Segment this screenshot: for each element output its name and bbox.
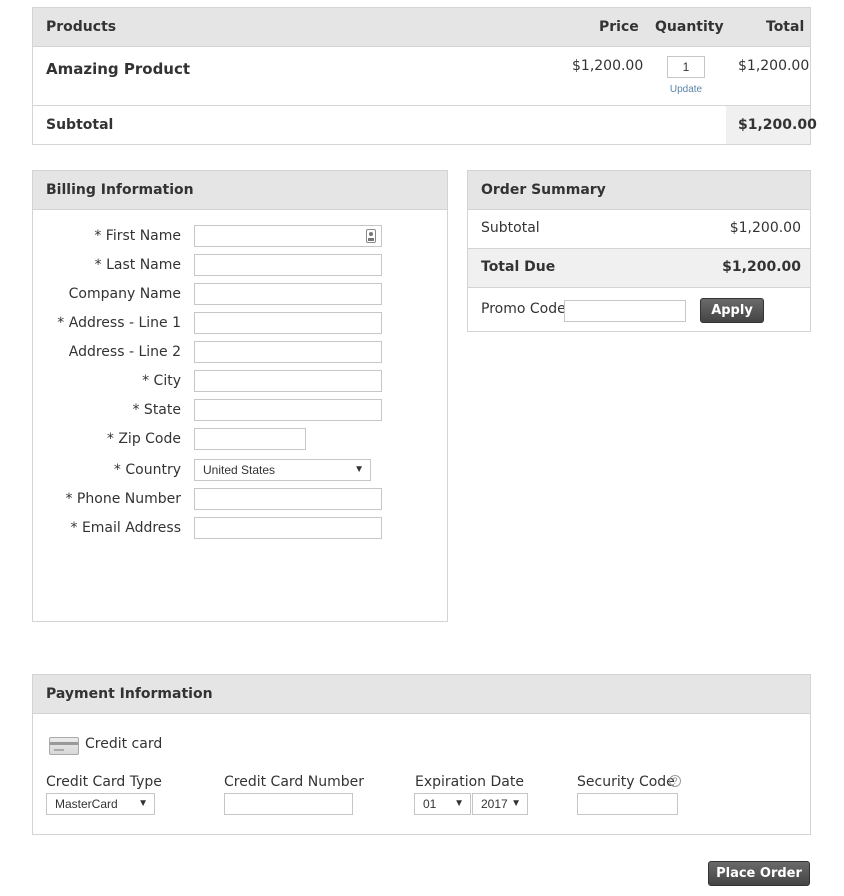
caret-down-icon: ▼	[354, 464, 364, 475]
summary-subtotal-row: Subtotal $1,200.00	[468, 210, 810, 249]
country-select[interactable]: United States ▼	[194, 459, 371, 481]
security-code-input[interactable]	[577, 793, 678, 815]
billing-title: Billing Information	[33, 171, 447, 210]
phone-row: * Phone Number	[33, 488, 447, 512]
contact-card-icon[interactable]	[366, 229, 376, 243]
zip-row: * Zip Code	[33, 428, 447, 452]
address1-label: * Address - Line 1	[57, 315, 181, 331]
company-row: Company Name	[33, 283, 447, 307]
address2-input[interactable]	[194, 341, 382, 363]
cart-divider	[33, 105, 810, 106]
product-price: $1,200.00	[572, 58, 644, 74]
first-name-input[interactable]	[194, 225, 382, 247]
last-name-input[interactable]	[194, 254, 382, 276]
quantity-input[interactable]: 1	[667, 56, 705, 78]
caret-down-icon: ▼	[509, 794, 521, 814]
country-value: United States	[203, 463, 276, 477]
card-type-value: MasterCard	[55, 797, 118, 811]
email-label: * Email Address	[70, 520, 182, 536]
email-input[interactable]	[194, 517, 382, 539]
quantity-column-header: Quantity	[655, 19, 724, 35]
state-label: * State	[132, 402, 181, 418]
apply-promo-button[interactable]: Apply	[700, 298, 764, 323]
phone-label: * Phone Number	[65, 491, 181, 507]
promo-code-input[interactable]	[564, 300, 686, 322]
product-total: $1,200.00	[738, 58, 810, 74]
price-column-header: Price	[599, 19, 639, 35]
payment-title: Payment Information	[33, 675, 810, 714]
expiration-label: Expiration Date	[415, 774, 524, 790]
first-name-label: * First Name	[94, 228, 181, 244]
expiration-month-select[interactable]: 01 ▼	[414, 793, 471, 815]
state-row: * State	[33, 399, 447, 423]
country-label: * Country	[113, 462, 181, 478]
city-row: * City	[33, 370, 447, 394]
card-number-input[interactable]	[224, 793, 353, 815]
payment-method-label: Credit card	[85, 736, 163, 752]
company-label: Company Name	[68, 286, 181, 302]
order-summary-title: Order Summary	[468, 171, 810, 210]
address2-label: Address - Line 2	[68, 344, 181, 360]
summary-subtotal-label: Subtotal	[481, 220, 540, 236]
summary-total-row: Total Due $1,200.00	[468, 249, 810, 288]
last-name-row: * Last Name	[33, 254, 447, 278]
caret-down-icon: ▼	[138, 798, 148, 809]
credit-card-icon	[49, 737, 79, 755]
cart-table: Products Price Quantity Total Amazing Pr…	[32, 7, 817, 145]
card-number-label: Credit Card Number	[224, 774, 364, 790]
phone-input[interactable]	[194, 488, 382, 510]
zip-label: * Zip Code	[106, 431, 181, 447]
place-order-button[interactable]: Place Order	[708, 861, 810, 886]
first-name-row: * First Name	[33, 225, 447, 249]
total-due-value: $1,200.00	[722, 259, 801, 275]
caret-down-icon: ▼	[454, 798, 464, 809]
city-input[interactable]	[194, 370, 382, 392]
summary-subtotal-value: $1,200.00	[729, 220, 801, 236]
products-column-header: Products	[46, 19, 117, 35]
card-type-label: Credit Card Type	[46, 774, 162, 790]
card-type-select[interactable]: MasterCard ▼	[46, 793, 155, 815]
billing-panel: Billing Information * First Name * Last …	[32, 170, 448, 622]
total-column-header: Total	[766, 19, 805, 35]
company-input[interactable]	[194, 283, 382, 305]
state-input[interactable]	[194, 399, 382, 421]
promo-code-label: Promo Code:	[481, 301, 571, 317]
cart-subtotal-label: Subtotal	[46, 117, 114, 133]
expiration-year-select[interactable]: 2017 ▼	[472, 793, 528, 815]
email-row: * Email Address	[33, 517, 447, 541]
total-due-label: Total Due	[481, 259, 556, 275]
cart-subtotal-value: $1,200.00	[738, 117, 817, 133]
zip-input[interactable]	[194, 428, 306, 450]
payment-panel: Payment Information Credit card Credit C…	[32, 674, 811, 835]
product-name: Amazing Product	[46, 60, 191, 78]
last-name-label: * Last Name	[94, 257, 181, 273]
address2-row: Address - Line 2	[33, 341, 447, 365]
help-icon[interactable]: ?	[669, 775, 681, 787]
address1-input[interactable]	[194, 312, 382, 334]
update-quantity-link[interactable]: Update	[663, 84, 709, 95]
city-label: * City	[142, 373, 181, 389]
order-summary-panel: Order Summary Subtotal $1,200.00 Total D…	[467, 170, 811, 332]
address1-row: * Address - Line 1	[33, 312, 447, 336]
expiration-month-value: 01	[423, 797, 437, 811]
security-code-label: Security Code	[577, 774, 675, 790]
expiration-year-value: 2017	[481, 797, 508, 811]
country-row: * Country United States ▼	[33, 459, 447, 483]
